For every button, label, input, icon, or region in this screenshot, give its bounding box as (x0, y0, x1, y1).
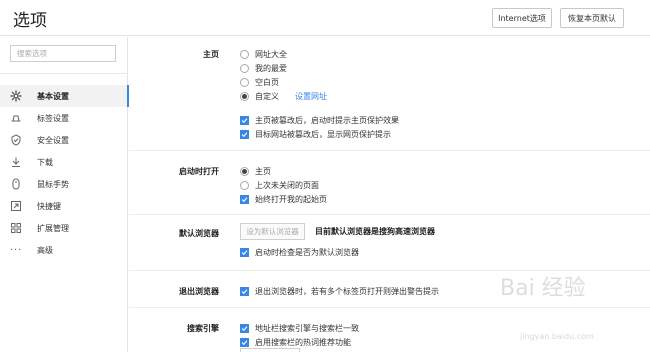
radio-startup-home[interactable]: 主页 (240, 165, 271, 177)
section-label-default-browser: 默认浏览器 (179, 229, 219, 238)
section-label-homepage: 主页 (203, 50, 219, 59)
option-label: 地址栏搜索引擎与搜索栏一致 (255, 323, 359, 333)
search-placeholder: 搜索选项 (17, 49, 47, 58)
sidebar-divider (0, 73, 128, 74)
check-startup-start-page[interactable]: 始终打开我的起始页 (240, 193, 327, 205)
option-label: 启用搜索栏的热词推荐功能 (255, 337, 351, 347)
option-label: 退出浏览器时，若有多个标签页打开则弹出警告提示 (255, 286, 439, 296)
check-search-engine-sync[interactable]: 地址栏搜索引擎与搜索栏一致 (240, 322, 359, 334)
set-default-browser-button[interactable]: 设为默认浏览器 (240, 223, 305, 240)
sidebar: 搜索选项 基本设置 标签设置 安全设置 下载 鼠标手势 快捷键 扩展管理 ···… (0, 37, 129, 352)
gear-icon (9, 89, 23, 103)
radio-homepage-option-1[interactable]: 网址大全 (240, 48, 287, 60)
settings-content: 主页 网址大全 我的最爱 空白页 自定义 设置网址 主页被篡改后，启动时提示主页… (129, 37, 650, 352)
internet-options-button[interactable]: Internet选项 (492, 8, 552, 28)
sidebar-item-label: 鼠标手势 (37, 179, 69, 189)
section-label-search-engine: 搜索引擎 (187, 324, 219, 333)
sidebar-item-basic[interactable]: 基本设置 (0, 85, 129, 107)
radio-button[interactable] (240, 63, 249, 73)
check-default-browser-startup[interactable]: 启动时检查是否为默认浏览器 (240, 246, 359, 258)
sidebar-item-label: 安全设置 (37, 135, 69, 145)
checkbox-checked[interactable] (240, 286, 249, 296)
shortcut-icon (9, 199, 23, 213)
section-divider (129, 307, 650, 308)
sidebar-item-download[interactable]: 下载 (0, 151, 128, 173)
search-engine-dropdown[interactable] (240, 348, 300, 352)
sidebar-item-security[interactable]: 安全设置 (0, 129, 128, 151)
option-label: 上次未关闭的页面 (255, 180, 319, 190)
radio-button[interactable] (240, 49, 249, 59)
option-label: 主页被篡改后，启动时提示主页保护效果 (255, 115, 399, 125)
radio-button-selected[interactable] (240, 166, 249, 176)
check-homepage-tamper-startup[interactable]: 主页被篡改后，启动时提示主页保护效果 (240, 114, 399, 126)
section-divider (129, 150, 650, 151)
radio-button[interactable] (240, 180, 249, 190)
option-label: 空白页 (255, 77, 279, 87)
sidebar-item-advanced[interactable]: ··· 高级 (0, 239, 128, 261)
checkbox-checked[interactable] (240, 115, 249, 125)
sidebar-item-shortcuts[interactable]: 快捷键 (0, 195, 128, 217)
sidebar-item-tabs[interactable]: 标签设置 (0, 107, 128, 129)
checkbox-checked[interactable] (240, 129, 249, 139)
sidebar-item-extensions[interactable]: 扩展管理 (0, 217, 128, 239)
checkbox-checked[interactable] (240, 337, 249, 347)
watermark-url: jingyan.baidu.com (520, 332, 594, 341)
option-label: 目标网站被篡改后，显示网页保护提示 (255, 129, 391, 139)
option-label: 始终打开我的起始页 (255, 194, 327, 204)
check-homepage-tamper-warning[interactable]: 目标网站被篡改后，显示网页保护提示 (240, 128, 391, 140)
header-bar: 选项 Internet选项 恢复本页默认 (0, 0, 650, 36)
option-label: 自定义 (255, 91, 279, 101)
mouse-icon (9, 177, 23, 191)
radio-homepage-option-4[interactable]: 自定义 设置网址 (240, 90, 327, 102)
sidebar-item-label: 基本设置 (37, 91, 69, 101)
shield-check-icon (9, 133, 23, 147)
download-icon (9, 155, 23, 169)
option-label: 我的最爱 (255, 63, 287, 73)
sidebar-item-label: 下载 (37, 157, 53, 167)
set-url-link[interactable]: 设置网址 (295, 91, 327, 102)
more-icon: ··· (9, 244, 23, 256)
restore-defaults-button[interactable]: 恢复本页默认 (560, 8, 624, 28)
tab-icon (9, 111, 23, 125)
radio-button[interactable] (240, 77, 249, 87)
extensions-icon (9, 221, 23, 235)
radio-startup-last-session[interactable]: 上次未关闭的页面 (240, 179, 319, 191)
sidebar-item-label: 扩展管理 (37, 223, 69, 233)
sidebar-item-label: 高级 (37, 245, 53, 255)
radio-homepage-option-2[interactable]: 我的最爱 (240, 62, 287, 74)
watermark-logo: Bai 经验 (500, 276, 586, 301)
sidebar-item-label: 快捷键 (37, 201, 61, 211)
checkbox-checked[interactable] (240, 247, 249, 257)
check-search-hot-words[interactable]: 启用搜索栏的热词推荐功能 (240, 336, 351, 348)
section-label-startup: 启动时打开 (179, 167, 219, 176)
option-label: 主页 (255, 166, 271, 176)
check-exit-warning[interactable]: 退出浏览器时，若有多个标签页打开则弹出警告提示 (240, 285, 439, 297)
checkbox-checked[interactable] (240, 323, 249, 333)
option-label: 网址大全 (255, 49, 287, 59)
option-label: 启动时检查是否为默认浏览器 (255, 247, 359, 257)
radio-homepage-option-3[interactable]: 空白页 (240, 76, 279, 88)
section-label-exit: 退出浏览器 (179, 287, 219, 296)
search-input[interactable]: 搜索选项 (10, 45, 116, 62)
sidebar-item-label: 标签设置 (37, 113, 69, 123)
default-browser-status: 目前默认浏览器是搜狗高速浏览器 (315, 227, 435, 236)
sidebar-item-mouse-gesture[interactable]: 鼠标手势 (0, 173, 128, 195)
section-divider (129, 214, 650, 215)
radio-button-selected[interactable] (240, 91, 249, 101)
page-title: 选项 (13, 11, 47, 31)
checkbox-checked[interactable] (240, 194, 249, 204)
